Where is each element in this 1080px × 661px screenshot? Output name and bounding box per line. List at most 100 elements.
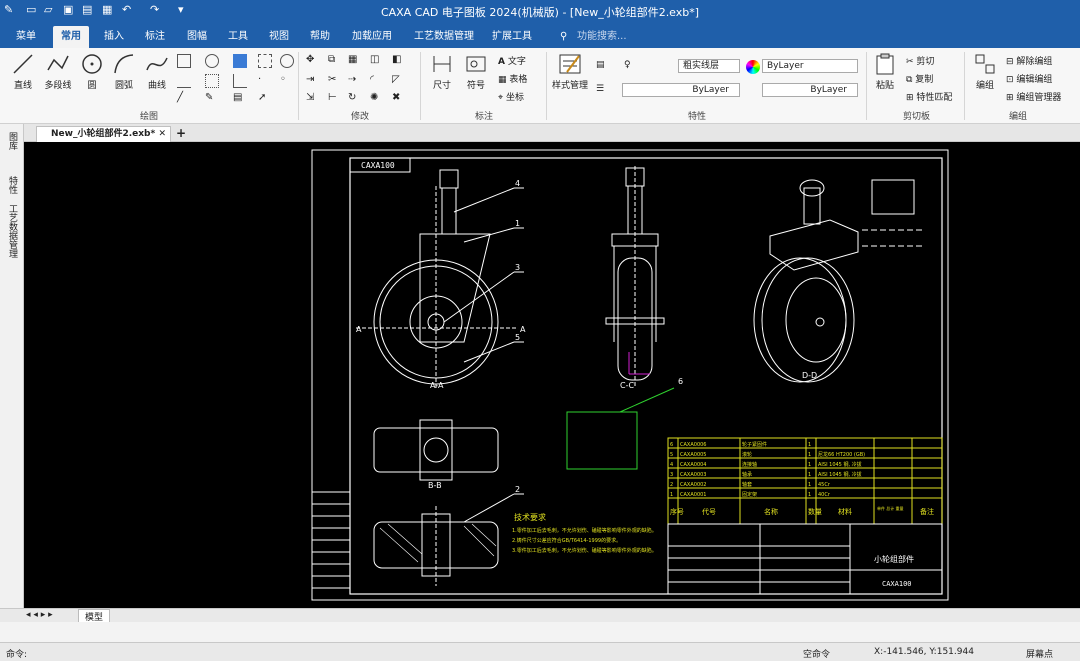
tab-insert[interactable]: 插入 xyxy=(96,27,132,47)
image-icon[interactable]: ▤ xyxy=(233,92,247,106)
curve-tool[interactable]: 曲线 xyxy=(143,52,171,91)
fillet-icon[interactable]: ◜ xyxy=(370,74,384,88)
delete-icon[interactable]: ✖ xyxy=(392,92,406,106)
explode-icon[interactable]: ✺ xyxy=(370,92,384,106)
hatch-icon[interactable] xyxy=(233,54,247,68)
dot-icon[interactable]: · xyxy=(258,74,272,88)
document-tabs: New_小轮组部件2.exb* ✕ + xyxy=(24,124,1080,142)
tab-annotate[interactable]: 标注 xyxy=(137,27,173,47)
color-select[interactable]: ByLayer xyxy=(762,59,858,73)
trim-icon[interactable]: ✂ xyxy=(328,74,342,88)
layer-select[interactable]: 粗实线层 xyxy=(678,59,740,73)
line-tool[interactable]: 直线 xyxy=(8,52,38,91)
style-manager-button[interactable]: 样式管理 xyxy=(550,52,590,91)
tab-tools[interactable]: 工具 xyxy=(220,27,256,47)
tab-help[interactable]: 帮助 xyxy=(302,27,338,47)
tab-home[interactable]: 常用 xyxy=(53,26,89,48)
pen-icon[interactable] xyxy=(177,74,191,88)
coord-tool[interactable]: ⌖ 坐标 xyxy=(498,90,524,103)
svg-text:代号: 代号 xyxy=(702,507,716,516)
selection-rect xyxy=(566,411,638,470)
table-tool[interactable]: ▦ 表格 xyxy=(498,72,527,85)
side-panel: 图库 特性 工艺数据管理 xyxy=(0,124,24,608)
side-view xyxy=(605,166,665,386)
close-icon[interactable]: ✕ xyxy=(158,127,166,142)
bom-rows: 6 CAXA0006 轮子紧固件 1 5 CAXA0005 滚轮 1 尼龙66 HT200 (G… xyxy=(670,441,865,498)
properties-tab[interactable]: 特性 xyxy=(6,176,19,194)
dimension-group-label: 标注 xyxy=(475,112,494,122)
command-area[interactable] xyxy=(0,622,1080,642)
tab-extensions[interactable]: 扩展工具 xyxy=(484,27,540,47)
bom-cell: AISI 1045 钢, 冷拔 xyxy=(818,471,862,478)
stretch-icon[interactable]: ⇲ xyxy=(306,92,320,106)
cut-button[interactable]: ✂ 剪切 xyxy=(906,54,934,67)
extend-icon[interactable]: ⇢ xyxy=(348,74,362,88)
bom-cell: 滚轮 xyxy=(742,451,752,458)
symbol-icon xyxy=(466,56,486,72)
match-properties-button[interactable]: ⊞ 特性匹配 xyxy=(906,90,952,103)
isometric-view xyxy=(753,179,924,383)
bulb-icon[interactable]: ♀ xyxy=(624,60,631,70)
pattern-icon[interactable] xyxy=(258,54,272,68)
centerline-icon[interactable]: ╱ xyxy=(177,92,191,106)
edit-group-button[interactable]: ⊡ 编辑编组 xyxy=(1006,72,1052,85)
bom-cell: 40Cr xyxy=(818,492,831,498)
snap-mode[interactable]: 屏幕点 xyxy=(1026,647,1053,660)
copy-icon[interactable]: ⧉ xyxy=(328,54,342,68)
ellipse-icon[interactable] xyxy=(205,54,219,68)
tab-sheet[interactable]: 图幅 xyxy=(179,27,215,47)
section-mark-a-right: A xyxy=(520,325,526,334)
tab-addins[interactable]: 加载应用 xyxy=(344,27,400,47)
library-tab[interactable]: 图库 xyxy=(6,132,19,150)
ungroup-button[interactable]: ⊟ 解除编组 xyxy=(1006,54,1052,67)
part-code: CAXA100 xyxy=(882,580,912,588)
bom-cell: 固定架 xyxy=(742,491,757,498)
draw-group-label: 绘图 xyxy=(140,112,159,122)
mirror-icon[interactable]: ◧ xyxy=(392,54,406,68)
tab-nav-arrows[interactable]: ◂ ◂ ▸ ▸ xyxy=(26,610,53,620)
new-tab-button[interactable]: + xyxy=(176,126,186,140)
bom-cell: CAXA0001 xyxy=(680,492,706,498)
axis-icon[interactable] xyxy=(233,74,247,88)
tab-view[interactable]: 视图 xyxy=(261,27,297,47)
search-input[interactable]: 功能搜索... xyxy=(569,27,635,47)
linetype-select[interactable]: ByLayer xyxy=(622,83,740,97)
section-label-bb: B-B xyxy=(428,481,442,490)
polyline-icon xyxy=(47,55,69,71)
arc-tool[interactable]: 圆弧 xyxy=(110,52,138,91)
move-icon[interactable]: ✥ xyxy=(306,54,320,68)
chamfer-icon[interactable]: ◸ xyxy=(392,74,406,88)
tab-process-data[interactable]: 工艺数据管理 xyxy=(406,27,482,47)
copy-button[interactable]: ⧉ 复制 xyxy=(906,72,933,85)
process-data-tab[interactable]: 工艺数据管理 xyxy=(6,204,19,258)
command-prompt[interactable]: 命令: xyxy=(6,647,27,660)
group-button[interactable]: 编组 xyxy=(970,52,1000,91)
group-manager-button[interactable]: ⊞ 编组管理器 xyxy=(1006,90,1061,103)
point-icon[interactable] xyxy=(205,74,219,88)
sketch-icon[interactable]: ✎ xyxy=(205,92,219,106)
break-icon[interactable]: ⊢ xyxy=(328,92,342,106)
symbol-tool[interactable]: 符号 xyxy=(462,52,490,91)
document-tab[interactable]: New_小轮组部件2.exb* ✕ xyxy=(36,126,171,142)
polyline-tool[interactable]: 多段线 xyxy=(42,52,74,91)
rectangle-icon[interactable] xyxy=(177,54,191,68)
window-title: CAXA CAD 电子图板 2024(机械版) - [New_小轮组部件2.ex… xyxy=(380,6,700,19)
color-wheel-icon[interactable] xyxy=(746,60,760,74)
layer-icon[interactable]: ▤ xyxy=(596,60,605,70)
dimension-tool[interactable]: 尺寸 xyxy=(428,52,456,91)
cursor-icon[interactable]: ➚ xyxy=(258,92,272,106)
bom-cell: AISI 1045 钢, 冷拔 xyxy=(818,461,862,468)
offset-icon[interactable]: ⇥ xyxy=(306,74,320,88)
scale-icon[interactable]: ◫ xyxy=(370,54,384,68)
paste-button[interactable]: 粘贴 xyxy=(872,52,898,91)
circle-tool[interactable]: 圆 xyxy=(78,52,106,91)
text-tool[interactable]: A 文字 xyxy=(498,54,526,67)
drawing-canvas[interactable]: CAXA100 4 1 3 5 2 6 A-A C-C D-D B-B A A xyxy=(24,142,1080,608)
linetype-icon[interactable]: ☰ xyxy=(596,84,604,94)
spiral-icon[interactable] xyxy=(280,54,294,68)
array-icon[interactable]: ▦ xyxy=(348,54,362,68)
node-icon[interactable]: ◦ xyxy=(280,74,294,88)
rotate-icon[interactable]: ↻ xyxy=(348,92,362,106)
lineweight-select[interactable]: ByLayer xyxy=(762,83,858,97)
tab-menu[interactable]: 菜单 xyxy=(8,27,44,47)
